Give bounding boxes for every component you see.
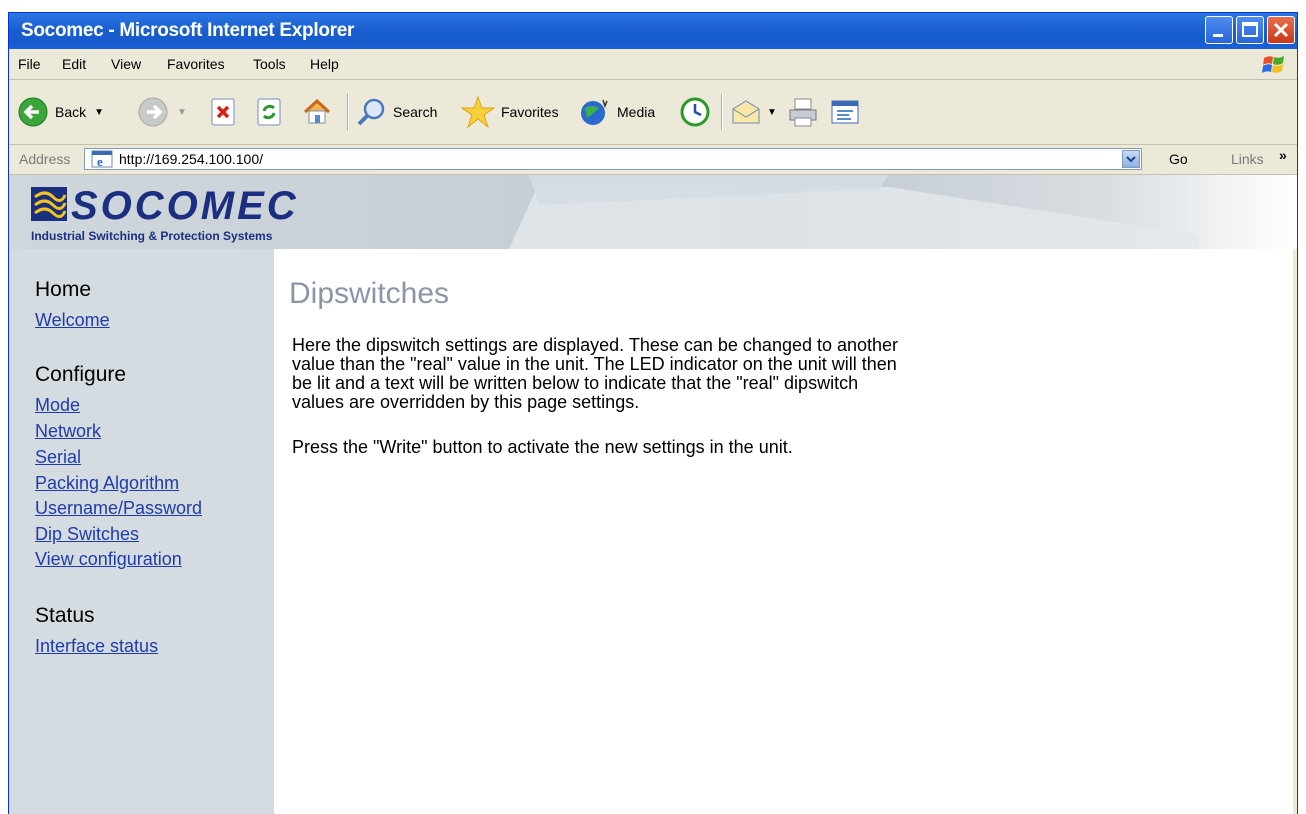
maximize-icon: [1242, 22, 1258, 37]
title-bar[interactable]: Socomec - Microsoft Internet Explorer: [9, 13, 1297, 49]
banner-tagline: Industrial Switching & Protection System…: [31, 229, 273, 243]
home-button[interactable]: [301, 80, 333, 144]
back-button[interactable]: Back ▼: [17, 80, 104, 144]
browser-window: Socomec - Microsoft Internet Explorer Fi…: [8, 12, 1298, 814]
svg-text:e: e: [97, 154, 103, 168]
description-line-3: be lit and a text will be written below …: [292, 373, 859, 393]
right-border: [1293, 249, 1297, 814]
minimize-icon: [1213, 34, 1223, 37]
close-icon: [1273, 22, 1289, 38]
sidebar-nav: Home Welcome Configure Mode Network Seri…: [9, 249, 274, 814]
main-panel: Dipswitches Here the dipswitch settings …: [274, 249, 1297, 814]
menu-favorites[interactable]: Favorites: [167, 56, 225, 72]
address-input[interactable]: e http://169.254.100.100/: [84, 148, 1142, 170]
mail-dropdown-icon[interactable]: ▼: [767, 107, 777, 118]
search-button[interactable]: Search: [355, 80, 437, 144]
media-icon: [581, 99, 608, 125]
menu-tools[interactable]: Tools: [253, 56, 286, 72]
sidebar-link-network[interactable]: Network: [35, 421, 101, 442]
sidebar-link-serial[interactable]: Serial: [35, 447, 81, 468]
forward-arrow-icon: [138, 97, 168, 127]
favorites-button[interactable]: Favorites: [461, 80, 559, 144]
chevron-down-icon: [1126, 156, 1136, 163]
window-title: Socomec - Microsoft Internet Explorer: [21, 20, 355, 41]
sidebar-link-view-configuration[interactable]: View configuration: [35, 549, 182, 570]
toolbar-separator: [347, 94, 349, 130]
search-icon: [357, 98, 385, 126]
sidebar-heading-home: Home: [35, 278, 92, 301]
sidebar-heading-configure: Configure: [35, 363, 127, 386]
sidebar-link-mode[interactable]: Mode: [35, 395, 80, 416]
back-arrow-icon: [18, 97, 48, 127]
forward-button[interactable]: ▼: [137, 80, 187, 144]
search-label: Search: [393, 104, 438, 120]
refresh-button[interactable]: [255, 80, 283, 144]
menu-edit[interactable]: Edit: [62, 56, 86, 72]
menu-help[interactable]: Help: [310, 56, 339, 72]
home-icon: [303, 98, 331, 124]
address-url: http://169.254.100.100/: [119, 151, 264, 167]
favorites-label: Favorites: [501, 104, 559, 120]
address-dropdown-button[interactable]: [1122, 150, 1140, 168]
logo-text: SOCOMEC: [71, 185, 299, 225]
history-button[interactable]: [679, 80, 711, 144]
description-line-2: value than the "real" value in the unit.…: [292, 354, 897, 374]
page-title: Dipswitches: [289, 277, 450, 310]
back-label: Back: [55, 104, 87, 120]
sidebar-link-interface-status[interactable]: Interface status: [35, 636, 158, 657]
mail-button[interactable]: ▼: [729, 80, 777, 144]
address-bar: Address e http://169.254.100.100/ Go Lin…: [9, 145, 1297, 175]
instruction-text: Press the "Write" button to activate the…: [292, 437, 793, 457]
links-chevron-icon[interactable]: »: [1279, 147, 1287, 163]
star-icon: [461, 95, 495, 129]
toolbar: Back ▼ ▼ Search Favorites Media ▼: [9, 80, 1297, 145]
history-icon: [680, 97, 710, 127]
description-line-4: values are overridden by this page setti…: [292, 392, 640, 412]
windows-logo-icon: [1262, 56, 1284, 73]
description-line-1: Here the dipswitch settings are displaye…: [292, 335, 899, 355]
menu-file[interactable]: File: [18, 56, 41, 72]
maximize-button[interactable]: [1236, 16, 1264, 44]
refresh-icon: [257, 98, 281, 126]
edit-page-icon: [831, 100, 859, 124]
print-button[interactable]: [787, 80, 819, 144]
sidebar-link-packing-algorithm[interactable]: Packing Algorithm: [35, 473, 179, 494]
stop-button[interactable]: [209, 80, 237, 144]
minimize-button[interactable]: [1205, 16, 1233, 44]
toolbar-separator: [721, 94, 723, 130]
address-label: Address: [19, 151, 71, 167]
media-button[interactable]: Media: [579, 80, 655, 144]
page-content: SOCOMEC Industrial Switching & Protectio…: [9, 175, 1297, 814]
menu-bar: File Edit View Favorites Tools Help: [9, 49, 1297, 80]
header-banner: SOCOMEC Industrial Switching & Protectio…: [9, 175, 1297, 249]
mail-icon: [732, 100, 760, 124]
printer-icon: [789, 98, 817, 127]
sidebar-link-username-password[interactable]: Username/Password: [35, 498, 202, 519]
sidebar-link-dip-switches[interactable]: Dip Switches: [35, 524, 139, 545]
ie-page-icon: e: [91, 150, 113, 168]
links-label[interactable]: Links: [1231, 151, 1264, 167]
edit-button[interactable]: [829, 80, 861, 144]
menu-view[interactable]: View: [111, 56, 141, 72]
sidebar-heading-status: Status: [35, 604, 95, 627]
socomec-logo: SOCOMEC: [31, 185, 299, 225]
go-button[interactable]: Go: [1169, 151, 1188, 167]
media-label: Media: [617, 104, 656, 120]
close-button[interactable]: [1267, 16, 1295, 44]
stop-icon: [211, 98, 235, 126]
back-dropdown-icon[interactable]: ▼: [94, 107, 104, 118]
forward-dropdown-icon[interactable]: ▼: [177, 107, 187, 118]
sidebar-link-welcome[interactable]: Welcome: [35, 310, 110, 331]
